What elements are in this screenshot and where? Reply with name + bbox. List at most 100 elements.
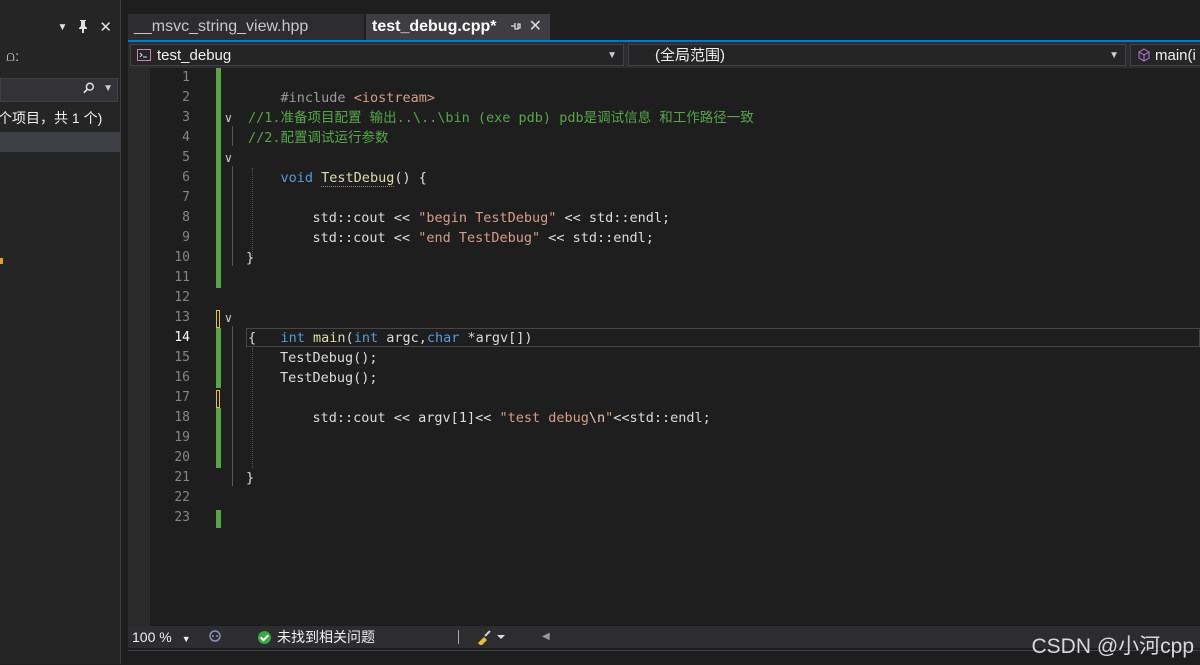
search-options-dropdown[interactable]: ▼ bbox=[103, 83, 113, 94]
solution-explorer-panel: ▼ ✕ ⩍: ▼ 个项目，共 1 个) bbox=[0, 0, 121, 664]
line-number[interactable]: 13 bbox=[150, 308, 190, 328]
pin-tab-icon[interactable] bbox=[510, 14, 522, 40]
code-line-10[interactable]: } bbox=[246, 248, 254, 268]
tab-label: __msvc_string_view.hpp bbox=[134, 18, 309, 35]
tab-msvc-string-view[interactable]: __msvc_string_view.hpp bbox=[128, 14, 364, 40]
issues-text: 未找到相关问题 bbox=[277, 629, 375, 645]
keyword: int bbox=[353, 330, 379, 346]
code-line-5[interactable]: void TestDebug() { bbox=[248, 148, 427, 187]
line-number[interactable]: 23 bbox=[150, 508, 190, 528]
code-text: << std::endl; bbox=[540, 230, 654, 246]
change-marker-saved bbox=[216, 68, 221, 288]
code-line-4[interactable]: //2.配置调试运行参数 bbox=[248, 128, 389, 148]
line-number[interactable]: 12 bbox=[150, 288, 190, 308]
panel-title-controls: ▼ ✕ bbox=[58, 18, 112, 36]
tab-test-debug[interactable]: test_debug.cpp* ✕ bbox=[366, 14, 550, 40]
line-number[interactable]: 8 bbox=[150, 208, 190, 228]
code-text: <<std::endl; bbox=[613, 410, 711, 426]
code-line-17[interactable]: std::cout << argv[1]<< "test debug\n"<<s… bbox=[280, 388, 711, 426]
string-literal: "end TestDebug" bbox=[418, 230, 541, 246]
chevron-down-icon: ▼ bbox=[181, 634, 191, 644]
function-name: main(i bbox=[1155, 47, 1196, 64]
code-editor[interactable]: 1 2 3 4 5 6 7 8 9 10 11 12 13 14 15 16 17 18 19 20 21 22 23 ∨ … bbox=[128, 68, 1200, 626]
search-icon[interactable] bbox=[83, 82, 95, 94]
code-text: std::cout << argv[1]<< bbox=[312, 410, 500, 426]
change-marker-saved bbox=[216, 328, 221, 388]
zoom-level: 100 % bbox=[132, 629, 172, 645]
preprocessor-directive: #include bbox=[280, 90, 346, 106]
line-number[interactable]: 18 bbox=[150, 408, 190, 428]
scope-dropdown[interactable]: (全局范围) ▼ bbox=[628, 44, 1126, 66]
pin-icon[interactable] bbox=[77, 19, 89, 36]
line-number[interactable]: 6 bbox=[150, 168, 190, 188]
code-text: ( bbox=[345, 330, 354, 346]
line-number[interactable]: 15 bbox=[150, 348, 190, 368]
line-number[interactable]: 4 bbox=[150, 128, 190, 148]
code-line-8[interactable]: std::cout << "end TestDebug" << std::end… bbox=[280, 208, 654, 246]
search-input[interactable]: ▼ bbox=[0, 78, 118, 102]
chevron-down-icon: ▼ bbox=[1109, 50, 1119, 61]
issues-status[interactable]: 未找到相关问题 bbox=[258, 626, 375, 648]
line-number[interactable]: 2 bbox=[150, 88, 190, 108]
code-text: std::cout << bbox=[312, 230, 419, 246]
line-number[interactable]: 3 bbox=[150, 108, 190, 128]
line-number[interactable]: 1 bbox=[150, 68, 190, 88]
line-number[interactable]: 5 bbox=[150, 148, 190, 168]
line-number[interactable]: 20 bbox=[150, 448, 190, 468]
status-marker bbox=[0, 258, 3, 264]
cube-icon bbox=[1138, 48, 1150, 62]
line-number[interactable]: 14 bbox=[150, 328, 190, 348]
glyph-margin[interactable] bbox=[128, 68, 150, 626]
line-number[interactable]: 22 bbox=[150, 488, 190, 508]
collapse-toggle-icon[interactable]: ∨ bbox=[224, 148, 233, 168]
code-line-13[interactable]: int main(int argc,char *argv[]) bbox=[248, 308, 533, 346]
close-tab-icon[interactable]: ✕ bbox=[529, 14, 542, 40]
line-number[interactable]: 16 bbox=[150, 368, 190, 388]
scroll-left-arrow[interactable]: ◀ bbox=[542, 626, 550, 648]
project-dropdown[interactable]: test_debug ▼ bbox=[130, 44, 624, 66]
change-marker-saved bbox=[216, 510, 221, 528]
code-text: () { bbox=[394, 170, 427, 186]
line-number[interactable]: 10 bbox=[150, 248, 190, 268]
change-marker-unsaved bbox=[216, 390, 220, 408]
navigation-bar: test_debug ▼ (全局范围) ▼ main(i bbox=[128, 42, 1200, 68]
code-text: argc, bbox=[378, 330, 427, 346]
selected-item-row[interactable] bbox=[0, 132, 120, 152]
change-marker-unsaved bbox=[216, 310, 220, 328]
zoom-dropdown[interactable]: 100 % ▼ bbox=[132, 626, 191, 650]
code-line-14[interactable]: { bbox=[248, 328, 256, 348]
document-tab-bar: __msvc_string_view.hpp test_debug.cpp* ✕ bbox=[128, 14, 1200, 42]
chevron-down-icon: ▼ bbox=[607, 50, 617, 61]
divider bbox=[458, 630, 459, 644]
keyword: char bbox=[426, 330, 460, 346]
code-line-7[interactable]: std::cout << "begin TestDebug" << std::e… bbox=[280, 188, 671, 226]
function-identifier: TestDebug bbox=[321, 170, 395, 187]
code-cleanup-icon[interactable] bbox=[476, 626, 506, 648]
change-marker-saved bbox=[216, 408, 221, 468]
code-line-15[interactable]: TestDebug(); bbox=[280, 348, 378, 368]
close-panel-icon[interactable]: ✕ bbox=[99, 18, 112, 36]
watermark: CSDN @小河cpp bbox=[1031, 635, 1194, 658]
search-result-summary: 个项目，共 1 个) bbox=[0, 110, 103, 126]
collapse-toggle-icon[interactable]: ∨ bbox=[224, 108, 233, 128]
line-number[interactable]: 17 bbox=[150, 388, 190, 408]
fold-guide bbox=[232, 166, 233, 266]
string-literal: "test debug bbox=[499, 410, 589, 426]
panel-dropdown-icon[interactable]: ▼ bbox=[58, 22, 68, 33]
code-line-21[interactable]: } bbox=[246, 468, 254, 488]
function-dropdown[interactable]: main(i bbox=[1130, 44, 1200, 66]
code-text: *argv[]) bbox=[459, 330, 533, 346]
tab-label: test_debug.cpp* bbox=[372, 18, 497, 35]
keyword: void bbox=[280, 170, 314, 186]
line-number[interactable]: 19 bbox=[150, 428, 190, 448]
collapse-toggle-icon[interactable]: ∨ bbox=[224, 308, 233, 328]
toolbar-tool-icon[interactable]: ⩍: bbox=[6, 48, 19, 65]
copilot-icon[interactable] bbox=[208, 629, 222, 643]
line-number[interactable]: 7 bbox=[150, 188, 190, 208]
line-number[interactable]: 11 bbox=[150, 268, 190, 288]
code-line-3[interactable]: //1.准备项目配置 输出..\..\bin (exe pdb) pdb是调试信… bbox=[248, 108, 754, 128]
code-line-16[interactable]: TestDebug(); bbox=[280, 368, 378, 388]
line-number[interactable]: 9 bbox=[150, 228, 190, 248]
line-number[interactable]: 21 bbox=[150, 468, 190, 488]
code-line-1[interactable]: #include <iostream> bbox=[248, 68, 435, 106]
